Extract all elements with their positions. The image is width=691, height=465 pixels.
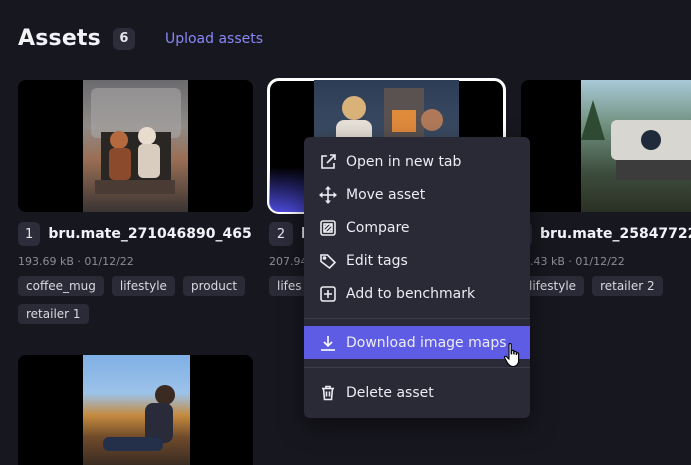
asset-thumbnail[interactable]: [18, 355, 253, 465]
tag-icon: [318, 251, 338, 271]
menu-item-open-new-tab[interactable]: Open in new tab: [304, 145, 530, 178]
asset-count-badge: 6: [112, 27, 135, 50]
asset-card[interactable]: 3 bru.mate_25847722 128.43 kB · 01/12/22…: [521, 80, 691, 296]
asset-info: 128.43 kB · 01/12/22: [521, 255, 625, 268]
asset-thumbnail[interactable]: [521, 80, 691, 212]
add-square-icon: [318, 284, 338, 304]
compare-icon: [318, 218, 338, 238]
asset-info: 193.69 kB · 01/12/22: [18, 255, 134, 268]
menu-item-add-to-benchmark[interactable]: Add to benchmark: [304, 277, 530, 310]
menu-item-move-asset[interactable]: Move asset: [304, 178, 530, 211]
asset-tags: coffee_mug lifestyle product retailer 1: [18, 276, 253, 324]
asset-photo: [83, 355, 190, 465]
asset-filename[interactable]: bru.mate_271046890_465...: [48, 226, 253, 242]
page-header: Assets 6 Upload assets: [18, 26, 263, 51]
asset-index: 2: [269, 222, 293, 246]
tag-chip[interactable]: product: [182, 276, 246, 296]
menu-item-download-image-maps[interactable]: Download image maps: [304, 326, 530, 359]
context-menu: Open in new tab Move asset Compare Edit …: [304, 137, 530, 418]
menu-item-compare[interactable]: Compare: [304, 211, 530, 244]
asset-thumbnail[interactable]: [18, 80, 253, 212]
move-icon: [318, 185, 338, 205]
hand-cursor-icon: [503, 342, 523, 374]
menu-item-edit-tags[interactable]: Edit tags: [304, 244, 530, 277]
asset-card[interactable]: 1 bru.mate_271046890_465... 193.69 kB · …: [18, 80, 253, 324]
asset-card[interactable]: [18, 355, 253, 465]
page-title: Assets: [18, 26, 101, 51]
tag-chip[interactable]: lifestyle: [521, 276, 585, 296]
upload-assets-link[interactable]: Upload assets: [165, 31, 263, 47]
menu-item-delete-asset[interactable]: Delete asset: [304, 376, 530, 409]
external-link-icon: [318, 152, 338, 172]
trash-icon: [318, 383, 338, 403]
tag-chip[interactable]: coffee_mug: [18, 276, 104, 296]
asset-photo: [83, 80, 188, 212]
asset-photo: [581, 80, 691, 212]
asset-index: 1: [18, 222, 41, 246]
tag-chip[interactable]: lifestyle: [111, 276, 175, 296]
tag-chip[interactable]: retailer 2: [592, 276, 663, 296]
menu-divider: [304, 367, 530, 368]
asset-tags: lifestyle retailer 2: [521, 276, 691, 296]
download-icon: [318, 333, 338, 353]
tag-chip[interactable]: retailer 1: [18, 304, 89, 324]
asset-filename[interactable]: bru.mate_25847722: [540, 226, 691, 242]
menu-divider: [304, 318, 530, 319]
